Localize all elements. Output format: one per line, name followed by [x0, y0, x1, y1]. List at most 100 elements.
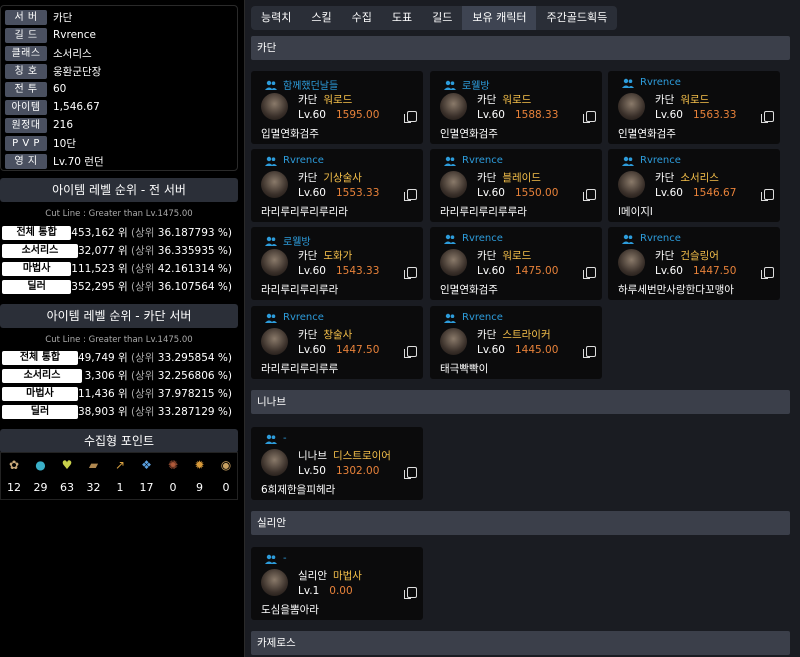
ignea-token-icon[interactable]: ❖ [138, 457, 156, 473]
rank-number: 352,295 위 [71, 281, 128, 293]
character-avatar [261, 249, 288, 276]
copy-icon[interactable] [583, 111, 596, 123]
copy-icon[interactable] [404, 467, 417, 479]
character-name[interactable]: 인멸연화검주 [618, 126, 676, 141]
character-card[interactable]: Rvrence 카단 건슬링어 Lv.60 1447.50 하루세번만사랑한다꼬맹아 [608, 227, 780, 300]
profile-value: 카단 [53, 11, 73, 24]
character-card[interactable]: Rvrence 카단 기상술사 Lv.60 1553.33 라리루리루리루리라 [251, 149, 423, 222]
account-name[interactable]: Rvrence [640, 77, 681, 88]
giant-heart-icon[interactable]: ♥ [58, 457, 76, 473]
copy-icon[interactable] [404, 111, 417, 123]
account-name[interactable]: Rvrence [462, 312, 503, 323]
character-card[interactable]: Rvrence 카단 스트라이커 Lv.60 1445.00 태극빡빡이 [430, 306, 602, 379]
character-server: 카단 [655, 250, 675, 262]
account-name[interactable]: 함께했던날들 [283, 77, 338, 92]
copy-icon[interactable] [761, 267, 774, 279]
tab-1[interactable]: 스킬 [301, 6, 341, 30]
rank-row: 소서리스 3,306 위 (상위 32.256806 %) [2, 368, 238, 383]
collect-title: 수집형 포인트 [0, 429, 238, 453]
character-card[interactable]: Rvrence 카단 블레이드 Lv.60 1550.00 라리루리루리루루라 [430, 149, 602, 222]
copy-icon[interactable] [404, 346, 417, 358]
character-class-row: 실리안 마법사 [298, 568, 362, 583]
orpheus-star-icon[interactable]: ◉ [217, 457, 235, 473]
character-server: 카단 [477, 172, 497, 184]
rank-percent: 33.295854 %) [157, 352, 232, 364]
character-name[interactable]: l메이지l [618, 204, 653, 219]
character-item-level: 1553.33 [335, 187, 380, 199]
account-name[interactable]: Rvrence [462, 155, 503, 166]
character-item-level: 0.00 [329, 585, 353, 597]
copy-icon[interactable] [404, 267, 417, 279]
sea-bounty-icon[interactable]: ✺ [164, 457, 182, 473]
account-name[interactable]: - [283, 553, 287, 564]
character-server: 카단 [655, 172, 675, 184]
account-name[interactable]: 로웰방 [462, 77, 490, 92]
rank-value: 111,523 위 (상위 42.161314 %) [71, 261, 238, 276]
account-name[interactable]: Rvrence [462, 233, 503, 244]
character-avatar [440, 171, 467, 198]
account-group-icon [265, 236, 277, 246]
rank-prefix: (상위 [131, 227, 155, 239]
character-card[interactable]: 로웰방 카단 도화가 Lv.60 1543.33 라리루리루리루라 [251, 227, 423, 300]
rank-row: 마법사 11,436 위 (상위 37.978215 %) [2, 386, 238, 401]
mokoko-seed-icon[interactable]: ✿ [5, 457, 23, 473]
art-icon[interactable]: ▰ [85, 457, 103, 473]
account-row: 로웰방 [444, 77, 490, 92]
character-name[interactable]: 입멸연화검주 [261, 126, 319, 141]
tab-0[interactable]: 능력치 [251, 6, 301, 30]
character-card[interactable]: - 니나브 디스트로이어 Lv.50 1302.00 6희제한을피헤라 [251, 427, 423, 500]
tab-3[interactable]: 도표 [382, 6, 422, 30]
copy-icon[interactable] [761, 189, 774, 201]
character-name[interactable]: 도심을뽐아라 [261, 602, 319, 617]
character-name[interactable]: 태극빡빡이 [440, 361, 488, 376]
copy-icon[interactable] [761, 111, 774, 123]
tab-4[interactable]: 길드 [422, 6, 462, 30]
character-card[interactable]: - 실리안 마법사 Lv.1 0.00 도심을뽐아라 [251, 547, 423, 620]
character-name[interactable]: 6희제한을피헤라 [261, 482, 335, 497]
character-card[interactable]: Rvrence 카단 창술사 Lv.60 1447.50 라리루리루리루루 [251, 306, 423, 379]
copy-icon[interactable] [404, 587, 417, 599]
copy-icon[interactable] [404, 189, 417, 201]
rank-label: 소서리스 [2, 243, 78, 258]
character-name[interactable]: 인멸연화검주 [440, 282, 498, 297]
collect-count: 32 [86, 481, 101, 494]
character-card[interactable]: 함께했던날들 카단 워로드 Lv.60 1595.00 입멸연화검주 [251, 71, 423, 144]
rank-label: 마법사 [2, 386, 78, 401]
tab-6[interactable]: 주간골드획득 [536, 6, 617, 30]
account-name[interactable]: Rvrence [640, 233, 681, 244]
copy-icon[interactable] [583, 189, 596, 201]
character-avatar [618, 249, 645, 276]
character-name[interactable]: 라리루리루리루라 [261, 282, 338, 297]
account-row: Rvrence [622, 77, 681, 88]
character-level-row: Lv.60 1447.50 [655, 265, 736, 277]
tab-5[interactable]: 보유 캐릭터 [462, 6, 537, 30]
world-tree-leaf-icon[interactable]: ✹ [191, 457, 209, 473]
character-item-level: 1475.00 [514, 265, 559, 277]
rank-row: 전체 통합 453,162 위 (상위 36.187793 %) [2, 225, 238, 240]
character-name[interactable]: 인멸연화검주 [440, 126, 498, 141]
character-name[interactable]: 라리루리루리루루라 [440, 204, 527, 219]
character-name[interactable]: 라리루리루리루루 [261, 361, 338, 376]
character-level-row: Lv.60 1563.33 [655, 109, 736, 121]
character-card[interactable]: 로웰방 카단 워로드 Lv.60 1588.33 인멸연화검주 [430, 71, 602, 144]
account-name[interactable]: Rvrence [283, 312, 324, 323]
collect-count: 17 [139, 481, 154, 494]
grand-prix-icon[interactable]: ↗ [111, 457, 129, 473]
account-name[interactable]: Rvrence [283, 155, 324, 166]
character-avatar [618, 171, 645, 198]
character-name[interactable]: 하루세번만사랑한다꼬맹아 [618, 282, 734, 297]
island-heart-icon[interactable]: ● [32, 457, 50, 473]
copy-icon[interactable] [583, 346, 596, 358]
main-panel: 능력치 스킬 수집 도표 길드 보유 캐릭터 주간골드획득 카단 함께했던날들 카단 워로드 Lv.… [244, 0, 800, 657]
account-name[interactable]: 로웰방 [283, 233, 311, 248]
copy-icon[interactable] [583, 267, 596, 279]
account-name[interactable]: - [283, 433, 287, 444]
rank-label: 전체 통합 [2, 350, 78, 365]
character-card[interactable]: Rvrence 카단 워로드 Lv.60 1475.00 인멸연화검주 [430, 227, 602, 300]
account-name[interactable]: Rvrence [640, 155, 681, 166]
character-name[interactable]: 라리루리루리루리라 [261, 204, 348, 219]
character-card[interactable]: Rvrence 카단 소서리스 Lv.60 1546.67 l메이지l [608, 149, 780, 222]
character-card[interactable]: Rvrence 카단 워로드 Lv.60 1563.33 인멸연화검주 [608, 71, 780, 144]
character-class: 스트라이커 [502, 329, 551, 341]
tab-2[interactable]: 수집 [342, 6, 382, 30]
